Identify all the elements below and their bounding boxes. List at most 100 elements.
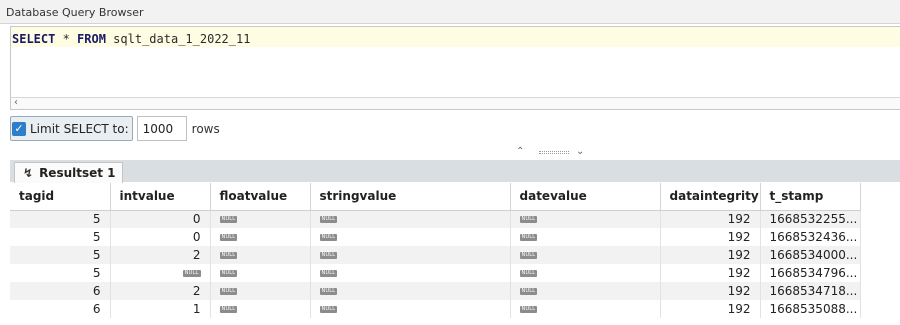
table-row[interactable]: 5 0 NULL NULL NULL 192 1668532436... bbox=[10, 228, 861, 246]
cell-tagid[interactable]: 5 bbox=[10, 210, 111, 228]
limit-select-checkbox[interactable]: ✓ Limit SELECT to: bbox=[10, 116, 133, 141]
cell-floatvalue[interactable]: NULL bbox=[210, 246, 311, 264]
column-header-stringvalue[interactable]: stringvalue bbox=[310, 183, 511, 211]
cell-intvalue[interactable]: 0 bbox=[110, 210, 211, 228]
cell-dataintegrity[interactable]: 192 bbox=[660, 210, 761, 228]
null-badge: NULL bbox=[219, 270, 238, 277]
cell-dataintegrity[interactable]: 192 bbox=[660, 246, 761, 264]
cell-stringvalue[interactable]: NULL bbox=[310, 282, 511, 300]
table-header-row: tagid intvalue floatvalue stringvalue da… bbox=[10, 183, 861, 211]
null-badge: NULL bbox=[319, 216, 338, 224]
null-badge: NULL bbox=[319, 234, 338, 241]
cell-datevalue[interactable]: NULL bbox=[510, 282, 661, 300]
null-badge: NULL bbox=[219, 306, 238, 313]
chevron-down-icon[interactable]: ⌄ bbox=[576, 146, 584, 157]
cell-tagid[interactable]: 6 bbox=[10, 300, 111, 318]
results-table: tagid intvalue floatvalue stringvalue da… bbox=[10, 183, 861, 318]
null-badge: NULL bbox=[219, 252, 238, 259]
cell-floatvalue[interactable]: NULL bbox=[210, 264, 311, 282]
table-row[interactable]: 6 2 NULL NULL NULL 192 1668534718... bbox=[10, 282, 861, 300]
null-badge: NULL bbox=[219, 288, 238, 295]
column-header-floatvalue[interactable]: floatvalue bbox=[210, 183, 311, 211]
cell-datevalue[interactable]: NULL bbox=[510, 228, 661, 246]
checkmark-icon[interactable]: ✓ bbox=[12, 121, 26, 136]
cell-datevalue[interactable]: NULL bbox=[510, 210, 661, 228]
cell-dataintegrity[interactable]: 192 bbox=[660, 300, 761, 318]
cell-floatvalue[interactable]: NULL bbox=[210, 228, 311, 246]
sql-star: * bbox=[55, 32, 78, 46]
cell-stringvalue[interactable]: NULL bbox=[310, 210, 511, 228]
null-badge: NULL bbox=[519, 306, 538, 313]
cell-floatvalue[interactable]: NULL bbox=[210, 282, 311, 300]
null-badge: NULL bbox=[319, 252, 338, 259]
cell-floatvalue[interactable]: NULL bbox=[210, 300, 311, 318]
cell-t-stamp[interactable]: 1668534000... bbox=[760, 246, 861, 264]
window-title: Database Query Browser bbox=[0, 0, 900, 24]
null-badge: NULL bbox=[219, 216, 238, 224]
lightning-icon: ↯ bbox=[23, 166, 34, 180]
null-badge: NULL bbox=[319, 306, 338, 313]
cell-intvalue[interactable]: 1 bbox=[110, 300, 211, 318]
column-header-tagid[interactable]: tagid bbox=[10, 183, 111, 211]
cell-t-stamp[interactable]: 1668535088... bbox=[760, 300, 861, 318]
sql-editor[interactable]: SELECT * FROM sqlt_data_1_2022_11 ‹ bbox=[10, 26, 900, 110]
cell-stringvalue[interactable]: NULL bbox=[310, 246, 511, 264]
null-badge: NULL bbox=[519, 216, 538, 224]
cell-stringvalue[interactable]: NULL bbox=[310, 228, 511, 246]
cell-t-stamp[interactable]: 1668532436... bbox=[760, 228, 861, 246]
table-row[interactable]: 5 NULL NULL NULL NULL 192 1668534796... bbox=[10, 264, 861, 282]
cell-stringvalue[interactable]: NULL bbox=[310, 264, 511, 282]
table-body: 5 0 NULL NULL NULL 192 1668532255... 5 0 NULL NULL… bbox=[10, 210, 861, 318]
cell-tagid[interactable]: 6 bbox=[10, 282, 111, 300]
column-header-intvalue[interactable]: intvalue bbox=[110, 183, 211, 211]
sql-keyword-select: SELECT bbox=[12, 32, 56, 46]
table-row[interactable]: 6 1 NULL NULL NULL 192 1668535088... bbox=[10, 300, 861, 318]
cell-t-stamp[interactable]: 1668532255... bbox=[760, 210, 861, 228]
sql-table-name: sqlt_data_1_2022_11 bbox=[105, 32, 251, 46]
cell-dataintegrity[interactable]: 192 bbox=[660, 228, 761, 246]
cell-datevalue[interactable]: NULL bbox=[510, 300, 661, 318]
cell-intvalue[interactable]: 0 bbox=[110, 228, 211, 246]
cell-dataintegrity[interactable]: 192 bbox=[660, 282, 761, 300]
null-badge: NULL bbox=[319, 288, 338, 295]
cell-datevalue[interactable]: NULL bbox=[510, 264, 661, 282]
sql-query-line[interactable]: SELECT * FROM sqlt_data_1_2022_11 bbox=[11, 27, 900, 47]
rows-label: rows bbox=[191, 121, 220, 136]
cell-datevalue[interactable]: NULL bbox=[510, 246, 661, 264]
cell-tagid[interactable]: 5 bbox=[10, 246, 111, 264]
limit-select-label: Limit SELECT to: bbox=[30, 121, 129, 136]
null-badge: NULL bbox=[319, 270, 338, 277]
cell-tagid[interactable]: 5 bbox=[10, 228, 111, 246]
column-header-datevalue[interactable]: datevalue bbox=[510, 183, 661, 211]
scroll-left-icon[interactable]: ‹ bbox=[14, 97, 18, 108]
cell-intvalue[interactable]: 2 bbox=[110, 282, 211, 300]
null-badge: NULL bbox=[182, 270, 201, 277]
editor-horizontal-scrollbar[interactable]: ‹ bbox=[11, 97, 900, 109]
sql-keyword-from: FROM bbox=[77, 32, 106, 46]
cell-dataintegrity[interactable]: 192 bbox=[660, 264, 761, 282]
null-badge: NULL bbox=[519, 288, 538, 295]
null-badge: NULL bbox=[519, 270, 538, 277]
cell-t-stamp[interactable]: 1668534718... bbox=[760, 282, 861, 300]
table-row[interactable]: 5 2 NULL NULL NULL 192 1668534000... bbox=[10, 246, 861, 264]
null-badge: NULL bbox=[519, 252, 538, 259]
limit-rows-input[interactable] bbox=[136, 116, 187, 141]
resultset-tabstrip: ↯ Resultset 1 bbox=[10, 160, 900, 183]
cell-t-stamp[interactable]: 1668534796... bbox=[760, 264, 861, 282]
cell-floatvalue[interactable]: NULL bbox=[210, 210, 311, 228]
chevron-up-icon[interactable]: ⌃ bbox=[516, 146, 524, 157]
pane-splitter[interactable]: ⌃ ⌄ bbox=[10, 146, 900, 158]
tab-resultset-1[interactable]: ↯ Resultset 1 bbox=[14, 162, 123, 183]
column-header-dataintegrity[interactable]: dataintegrity bbox=[660, 183, 761, 211]
column-header-t-stamp[interactable]: t_stamp bbox=[760, 183, 861, 211]
null-badge: NULL bbox=[219, 234, 238, 241]
splitter-grip[interactable] bbox=[539, 151, 569, 154]
limit-row: ✓ Limit SELECT to: rows bbox=[10, 115, 220, 142]
table-row[interactable]: 5 0 NULL NULL NULL 192 1668532255... bbox=[10, 210, 861, 228]
null-badge: NULL bbox=[519, 234, 538, 241]
cell-tagid[interactable]: 5 bbox=[10, 264, 111, 282]
tab-label: Resultset 1 bbox=[39, 166, 116, 180]
cell-intvalue[interactable]: NULL bbox=[110, 264, 211, 282]
cell-intvalue[interactable]: 2 bbox=[110, 246, 211, 264]
cell-stringvalue[interactable]: NULL bbox=[310, 300, 511, 318]
